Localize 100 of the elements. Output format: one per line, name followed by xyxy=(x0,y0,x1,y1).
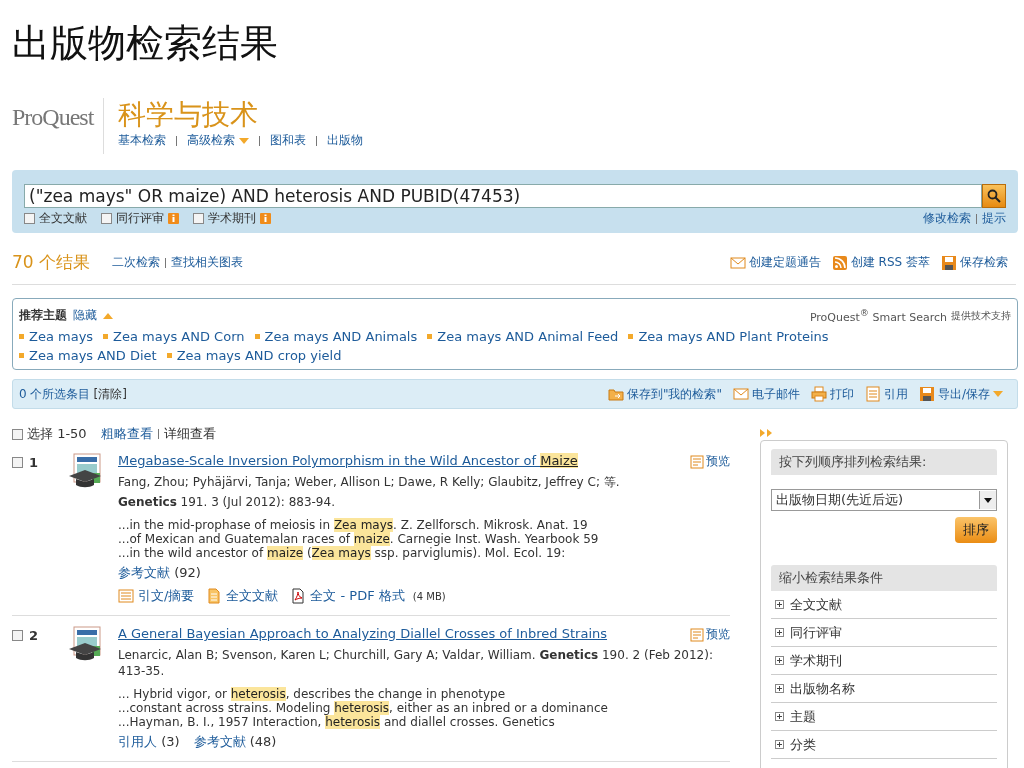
action-link[interactable]: 导出/保存 xyxy=(937,385,990,403)
citation-text: Fang, Zhou; Pyhäjärvi, Tanja; Weber, Allison L; Dawe, R Kelly; Glaubitz, Jeffrey C; 等. xyxy=(118,474,621,490)
logo[interactable]: ProQuest xyxy=(12,98,105,154)
preview-icon xyxy=(690,454,704,469)
topic-link[interactable]: Zea mays AND Diet xyxy=(29,348,157,363)
caret-icon xyxy=(993,391,1003,397)
count-link[interactable]: 参考文献 (48) xyxy=(193,733,277,751)
sort-dropdown[interactable]: 出版物日期(先近后远) xyxy=(771,489,997,511)
action-link[interactable]: 创建 RSS 荟萃 xyxy=(850,254,930,271)
sort-button[interactable]: 排序 xyxy=(955,517,997,543)
link[interactable]: 二次检索 xyxy=(112,254,161,271)
credit-text: ProQuest$^{®}$ Smart Search xyxy=(809,307,947,324)
nav-link[interactable]: 高级检索 xyxy=(187,132,236,149)
checkbox[interactable] xyxy=(12,428,23,440)
folder-icon xyxy=(607,386,624,402)
bullet-icon xyxy=(19,353,24,358)
facet-item[interactable]: 学术期刊 xyxy=(771,647,997,675)
bullet-icon xyxy=(628,334,634,339)
select-label: 选择 1-50 xyxy=(27,425,87,443)
preview-link[interactable]: 预览 xyxy=(690,453,730,470)
checkbox[interactable] xyxy=(24,213,35,224)
facet-item[interactable]: 分类 xyxy=(771,731,997,759)
snippet-text: ...in the mid-prophase of meiosis in Zea mays. Z. Zellforsch. Mikrosk. Anat. 19 xyxy=(118,518,589,532)
dropdown-arrow-icon xyxy=(984,497,992,503)
snippet-text: ... Hybrid vigor, or heterosis, describes the change in phenotype xyxy=(118,687,507,701)
link[interactable]: 修改检索 xyxy=(923,210,971,227)
topic-link[interactable]: Zea mays xyxy=(29,329,94,344)
search-field[interactable]: ("zea mays" OR maize) AND heterosis AND PUBID(47453) xyxy=(24,184,982,208)
document-lines-icon xyxy=(864,386,881,402)
file-size: (4 MB) xyxy=(412,590,446,602)
snippet-text: ...Hayman, B. I., 1957 Interaction, heterosis and diallel crosses. Genetics xyxy=(118,715,556,729)
snippet-text: ...constant across strains. Modeling heterosis, either as an inbred or a dominance xyxy=(118,701,609,715)
envelope-icon xyxy=(732,386,749,402)
snippet-text: ...in the wild ancestor of maize (Zea mays ssp. parviglumis). Mol. Ecol. 19: xyxy=(118,546,567,560)
document-lines-icon xyxy=(118,588,134,604)
printer-icon xyxy=(810,386,827,402)
expand-arrows-icon xyxy=(760,429,774,437)
snippet-text: ...of Mexican and Guatemalan races of maize. Carnegie Inst. Wash. Yearbook 59 xyxy=(118,532,600,546)
expand-icon xyxy=(775,712,784,721)
expand-icon xyxy=(775,740,784,749)
checkbox[interactable] xyxy=(12,457,23,468)
action-link[interactable]: 保存检索 xyxy=(960,254,1008,271)
view-option[interactable]: 粗略查看 xyxy=(100,425,153,443)
pdf-document-icon xyxy=(290,588,307,604)
info-icon xyxy=(260,213,271,224)
topic-link[interactable]: Zea mays AND crop yield xyxy=(176,348,342,363)
checkbox[interactable] xyxy=(101,213,112,224)
facet-item[interactable]: 主题 xyxy=(771,703,997,731)
bullet-icon xyxy=(427,334,433,339)
hide-link[interactable]: 隐藏 xyxy=(73,307,97,324)
facet-item[interactable]: 出版物名称 xyxy=(771,675,997,703)
view-option[interactable]: 详细查看 xyxy=(163,425,216,443)
link[interactable]: 提示 xyxy=(982,210,1006,227)
panel-title: 推荐主题 xyxy=(19,307,67,324)
bullet-icon xyxy=(166,353,172,358)
credit-text: 提供技术支持 xyxy=(951,308,1011,323)
document-link[interactable]: 引文/摘要 xyxy=(138,587,195,605)
action-link[interactable]: 创建定题通告 xyxy=(748,254,821,271)
result-count: 70 个结果 xyxy=(12,251,91,274)
search-icon xyxy=(987,189,1001,203)
checkbox[interactable] xyxy=(12,630,23,641)
rss-icon xyxy=(831,254,848,271)
topic-link[interactable]: Zea mays AND Animals xyxy=(264,329,418,344)
preview-link[interactable]: 预览 xyxy=(690,626,730,643)
count-link[interactable]: 引用人 (3) xyxy=(118,733,180,751)
clear-link[interactable]: [清除] xyxy=(93,385,127,403)
caret-up-icon xyxy=(103,312,113,319)
nav-link[interactable]: 基本检索 xyxy=(118,132,167,149)
search-button[interactable] xyxy=(982,184,1006,208)
action-link[interactable]: 打印 xyxy=(829,385,854,403)
action-link[interactable]: 引用 xyxy=(883,385,908,403)
expand-icon xyxy=(775,600,784,609)
expand-icon xyxy=(775,656,784,665)
expand-icon xyxy=(775,684,784,693)
topic-link[interactable]: Zea mays AND Animal Feed xyxy=(437,329,619,344)
bullet-icon xyxy=(103,334,109,339)
info-icon xyxy=(168,213,179,224)
caret-icon xyxy=(239,137,250,144)
checkbox[interactable] xyxy=(193,213,204,224)
envelope-icon xyxy=(729,254,746,271)
document-link[interactable]: 全文 - PDF 格式 xyxy=(310,587,405,605)
count-link[interactable]: 参考文献 (92) xyxy=(118,564,201,582)
facet-item[interactable]: 全文文献 xyxy=(771,591,997,619)
result-title-link[interactable]: Megabase-Scale Inversion Polymorphism in the Wild Ancestor of Maize xyxy=(118,453,578,468)
preview-icon xyxy=(690,627,704,642)
scholarly-journal-icon xyxy=(68,626,104,662)
action-link[interactable]: 保存到"我的检索" xyxy=(626,385,722,403)
topic-link[interactable]: Zea mays AND Plant Proteins xyxy=(638,329,829,344)
filter-label: 全文文献 xyxy=(39,210,87,227)
action-link[interactable]: 电子邮件 xyxy=(751,385,800,403)
selected-count: 0 个所选条目 xyxy=(19,385,91,403)
link[interactable]: 查找相关图表 xyxy=(171,254,244,271)
document-link[interactable]: 全文文献 xyxy=(226,587,279,605)
expand-icon xyxy=(775,628,784,637)
nav-link[interactable]: 出版物 xyxy=(327,132,364,149)
facet-item[interactable]: 同行评审 xyxy=(771,619,997,647)
nav-link[interactable]: 图和表 xyxy=(270,132,307,149)
result-title-link[interactable]: A General Bayesian Approach to Analyzing Diallel Crosses of Inbred Strains xyxy=(118,626,608,641)
topic-link[interactable]: Zea mays AND Corn xyxy=(113,329,245,344)
slide-title: 出版物检索结果 xyxy=(11,21,279,66)
